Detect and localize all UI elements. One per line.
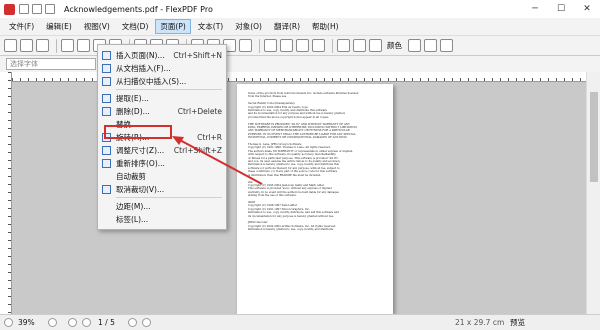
menu-item-shortcut: Ctrl+Shift+Z [173, 146, 222, 155]
menu-item-label: 调整尺寸(Z)... [116, 146, 165, 155]
scrollbar-thumb[interactable] [590, 92, 598, 182]
highlight-box [104, 125, 172, 139]
menu-item-insert-from-scanner[interactable]: 从扫描仪中插入(S)... [98, 75, 226, 88]
menu-separator [116, 197, 222, 198]
blank-icon [102, 202, 111, 211]
window-title: Acknowledgements.pdf - FlexPDF Pro [64, 4, 213, 14]
zoom-out-status-icon[interactable] [4, 318, 13, 327]
menu-item-label: 取消裁切(V)... [116, 185, 165, 194]
page-number[interactable]: 1 / 5 [98, 318, 115, 327]
extract-icon [102, 94, 111, 103]
uncrop-icon [102, 185, 111, 194]
menu-item-margins[interactable]: 边距(M)... [98, 200, 226, 213]
menu-item-reorder[interactable]: 重新排序(O)... [98, 157, 226, 170]
arrange-icon[interactable] [440, 39, 453, 52]
menu-item-extract[interactable]: 提取(E)... [98, 92, 226, 105]
ellipse-icon[interactable] [280, 39, 293, 52]
menu-item-shortcut: Ctrl+R [197, 133, 222, 142]
menu-translate[interactable]: 翻译(R) [269, 19, 305, 34]
save-quick-icon[interactable] [19, 4, 29, 14]
rectangle-icon[interactable] [264, 39, 277, 52]
zoom-level[interactable]: 39% [18, 318, 35, 327]
toolbar-divider [56, 38, 57, 53]
menu-text[interactable]: 文本(T) [193, 19, 228, 34]
menu-page[interactable]: 页面(P) [155, 19, 191, 34]
menu-separator [116, 89, 222, 90]
menu-item-label: 插入页面(N)... [116, 51, 165, 60]
menu-item-labels[interactable]: 标签(L)... [98, 213, 226, 226]
toolbar-divider [259, 38, 260, 53]
toolbar: 颜色 [0, 36, 600, 56]
reorder-icon [102, 159, 111, 168]
menu-help[interactable]: 帮助(H) [307, 19, 344, 34]
menu-item-resize[interactable]: 调整尺寸(Z)... Ctrl+Shift+Z [98, 144, 226, 157]
menu-item-label: 从扫描仪中插入(S)... [116, 77, 187, 86]
menu-item-label: 从文档插入(F)... [116, 64, 171, 73]
vertical-ruler [0, 72, 12, 314]
menu-item-insert-page[interactable]: 插入页面(N)... Ctrl+Shift+N [98, 49, 226, 62]
print-icon[interactable] [36, 39, 49, 52]
title-bar: Acknowledgements.pdf - FlexPDF Pro ─ ☐ ✕ [0, 0, 600, 18]
menu-item-delete[interactable]: 删除(D)... Ctrl+Delete [98, 105, 226, 118]
menu-item-label: 标签(L)... [116, 215, 149, 224]
align-icon[interactable] [424, 39, 437, 52]
vertical-scrollbar[interactable] [586, 72, 600, 314]
menu-item-label: 删除(D)... [116, 107, 150, 116]
next-page-icon[interactable] [128, 318, 137, 327]
menu-item-shortcut: Ctrl+Delete [177, 107, 222, 116]
blank-icon [102, 215, 111, 224]
menu-item-uncrop[interactable]: 取消裁切(V)... [98, 183, 226, 196]
menu-document[interactable]: 文档(D) [117, 19, 154, 34]
prev-page-icon[interactable] [82, 318, 91, 327]
last-page-icon[interactable] [142, 318, 151, 327]
menu-item-insert-from-document[interactable]: 从文档插入(F)... [98, 62, 226, 75]
link-icon[interactable] [239, 39, 252, 52]
menu-item-shortcut: Ctrl+Shift+N [173, 51, 222, 60]
insert-page-icon [102, 51, 111, 60]
menu-item-auto-crop[interactable]: 自动裁剪 [98, 170, 226, 183]
fill-icon[interactable] [353, 39, 366, 52]
stroke-icon[interactable] [408, 39, 421, 52]
menu-item-label: 提取(E)... [116, 94, 149, 103]
delete-icon [102, 107, 111, 116]
menu-item-label: 自动裁剪 [116, 172, 146, 181]
font-select-input[interactable]: 选择字体 [6, 58, 96, 70]
page-content: Some of the products from Solid Document… [248, 92, 382, 232]
menu-bar: 文件(F) 编辑(E) 视图(V) 文档(D) 页面(P) 文本(T) 对象(O… [0, 18, 600, 36]
menu-item-label: 重新排序(O)... [116, 159, 165, 168]
menu-edit[interactable]: 编辑(E) [41, 19, 77, 34]
thumbnails-icon[interactable] [77, 39, 90, 52]
save-icon[interactable] [20, 39, 33, 52]
line-icon[interactable] [296, 39, 309, 52]
view-mode[interactable]: 预览 [510, 317, 525, 328]
blank-icon [102, 172, 111, 181]
app-logo-icon [4, 3, 15, 15]
pdf-page[interactable]: Some of the products from Solid Document… [237, 84, 393, 314]
menu-file[interactable]: 文件(F) [4, 19, 39, 34]
color-label[interactable]: 颜色 [387, 40, 402, 51]
status-bar: 39% 1 / 5 21 x 29.7 cm 预览 [0, 314, 600, 330]
eyedropper-icon[interactable] [337, 39, 350, 52]
undo-quick-icon[interactable] [32, 4, 42, 14]
color-swatch-icon[interactable] [369, 39, 382, 52]
first-page-icon[interactable] [68, 318, 77, 327]
page-text-line: Permission is hereby granted to use, cop… [248, 228, 334, 232]
resize-icon [102, 146, 111, 155]
close-button[interactable]: ✕ [574, 0, 600, 18]
page-layout-icon[interactable] [61, 39, 74, 52]
redo-quick-icon[interactable] [45, 4, 55, 14]
maximize-button[interactable]: ☐ [548, 0, 574, 18]
menu-view[interactable]: 视图(V) [79, 19, 115, 34]
page-size: 21 x 29.7 cm [455, 318, 505, 327]
menu-object[interactable]: 对象(O) [230, 19, 267, 34]
toolbar-divider [332, 38, 333, 53]
menu-item-label: 边距(M)... [116, 202, 151, 211]
document-icon [102, 64, 111, 73]
zoom-in-status-icon[interactable] [48, 318, 57, 327]
minimize-button[interactable]: ─ [522, 0, 548, 18]
scanner-icon [102, 77, 111, 86]
pencil-icon[interactable] [312, 39, 325, 52]
font-bar: 选择字体 [0, 56, 600, 72]
open-icon[interactable] [4, 39, 17, 52]
